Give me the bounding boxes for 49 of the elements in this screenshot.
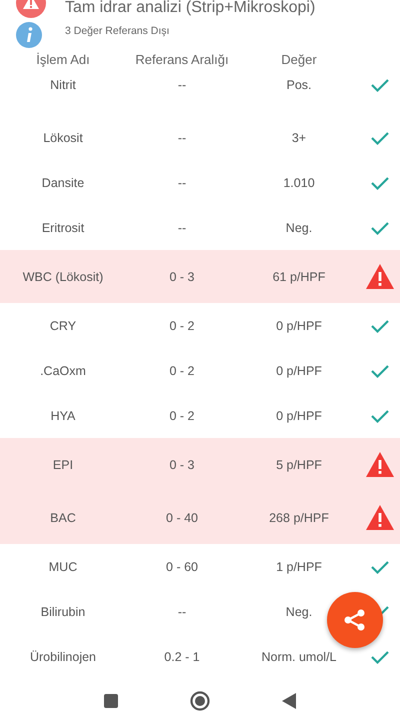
result-value: 1.010: [282, 176, 316, 190]
test-title: Tam idrar analizi (Strip+Mikroskopi): [65, 0, 316, 17]
reference-range: --: [176, 176, 188, 190]
test-name: HYA: [50, 408, 76, 422]
test-name: Nitrit: [49, 78, 77, 92]
test-name: WBC (Lökosit): [22, 270, 104, 284]
home-icon[interactable]: [190, 690, 210, 710]
reference-range: --: [176, 130, 188, 144]
reference-range: 0 - 40: [165, 510, 199, 524]
reference-range: 0.2 - 1: [163, 650, 201, 664]
result-value: Norm. umol/L: [260, 650, 338, 664]
column-header: İşlem Adı: [35, 52, 91, 66]
out-of-range-count: 3 Değer Referans Dışı: [65, 25, 170, 37]
test-name: Dansite: [40, 176, 86, 190]
test-name: Bilirubin: [40, 604, 86, 618]
test-name: EPI: [52, 458, 74, 472]
result-value: 5 p/HPF: [275, 458, 323, 472]
result-value: 0 p/HPF: [275, 318, 323, 332]
result-value: 3+: [290, 130, 308, 144]
result-value: 0 p/HPF: [275, 364, 323, 378]
reference-range: --: [176, 604, 188, 618]
result-value: 0 p/HPF: [275, 408, 323, 422]
reference-range: --: [176, 78, 188, 92]
result-value: 61 p/HPF: [272, 270, 326, 284]
result-value: Neg.: [284, 220, 314, 234]
reference-range: 0 - 60: [165, 560, 199, 574]
result-value: 268 p/HPF: [268, 510, 330, 524]
column-header: Referans Aralığı: [134, 52, 230, 66]
test-name: Eritrosit: [40, 220, 86, 234]
result-value: Pos.: [285, 78, 312, 92]
reference-range: --: [176, 220, 188, 234]
reference-range: 0 - 3: [168, 458, 196, 472]
reference-range: 0 - 3: [168, 270, 196, 284]
test-name: .CaOxm: [39, 364, 87, 378]
result-value: Neg.: [284, 604, 314, 618]
result-value: 1 p/HPF: [275, 560, 323, 574]
recents-icon[interactable]: [104, 694, 118, 708]
test-name: Ürobilinojen: [28, 650, 97, 664]
test-name: CRY: [48, 318, 78, 332]
test-name: MUC: [48, 560, 78, 574]
test-name: Lökosit: [42, 130, 84, 144]
info-icon: [16, 22, 42, 48]
reference-range: 0 - 2: [168, 364, 196, 378]
share-button[interactable]: [327, 592, 383, 648]
back-icon[interactable]: [282, 692, 296, 708]
reference-range: 0 - 2: [168, 408, 196, 422]
test-name: BAC: [49, 510, 77, 524]
column-header: Değer: [280, 52, 318, 66]
reference-range: 0 - 2: [168, 318, 196, 332]
